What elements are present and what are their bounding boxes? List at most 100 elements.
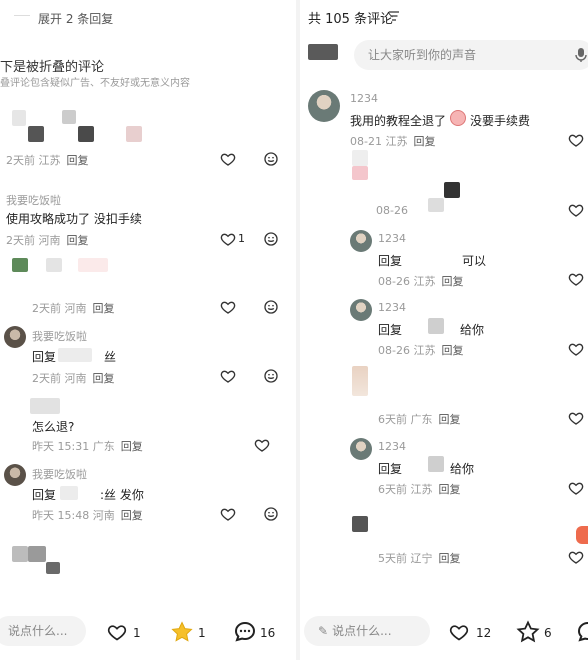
- comment-username[interactable]: 1234: [378, 232, 406, 245]
- comment-input[interactable]: ✎ 说点什么...: [304, 616, 430, 646]
- emoji-sticker: [450, 110, 466, 126]
- heart-icon[interactable]: [568, 271, 584, 287]
- reply-button[interactable]: 回复: [441, 275, 463, 288]
- comment-meta: 6天前 江苏 回复: [378, 483, 461, 496]
- comment-username[interactable]: 1234: [378, 301, 406, 314]
- reply-button[interactable]: 回复: [121, 440, 143, 453]
- blurred-block: [126, 126, 142, 142]
- blurred-block: [444, 182, 460, 198]
- emoji-icon[interactable]: [263, 151, 279, 167]
- heart-icon[interactable]: [220, 151, 236, 167]
- heart-icon[interactable]: [568, 410, 584, 426]
- comment-bubble-icon[interactable]: [233, 620, 257, 644]
- star-icon[interactable]: [516, 620, 540, 644]
- heart-icon[interactable]: [220, 231, 236, 247]
- emoji-icon[interactable]: [263, 506, 279, 522]
- like-count: 1: [133, 626, 141, 640]
- folded-section-title: 下是被折叠的评论: [0, 60, 105, 75]
- comment-username[interactable]: 1234: [378, 440, 406, 453]
- like-count: 1: [238, 232, 245, 245]
- microphone-icon[interactable]: [574, 47, 588, 63]
- user-avatar[interactable]: [4, 464, 26, 486]
- comment-text: 怎么退?: [32, 420, 75, 434]
- comment-username[interactable]: 我要吃饭啦: [6, 192, 61, 208]
- comment-text: 没要手续费: [470, 114, 531, 128]
- comment-meta: 2天前 河南 回复: [32, 302, 115, 315]
- comment-username[interactable]: 1234: [350, 92, 378, 105]
- comment-text: 给你: [450, 462, 475, 476]
- comment-count: 16: [260, 626, 276, 640]
- comment-input[interactable]: 说点什么...: [0, 616, 86, 646]
- blurred-username: [428, 456, 444, 472]
- floating-action-tab[interactable]: [576, 526, 588, 544]
- reply-prefix: 回复: [378, 323, 403, 337]
- reply-button[interactable]: 回复: [439, 483, 461, 496]
- reply-button[interactable]: 回复: [93, 372, 115, 385]
- comment-meta: 08-26 江苏 回复: [378, 275, 464, 288]
- reply-button[interactable]: 回复: [93, 302, 115, 315]
- reply-prefix: 回复: [32, 350, 57, 364]
- heart-icon[interactable]: [220, 299, 236, 315]
- expand-replies-link[interactable]: 展开 2 条回复: [38, 10, 113, 27]
- folded-section-desc: 叠评论包含疑似广告、不友好或无意义内容: [0, 78, 190, 89]
- emoji-icon[interactable]: [263, 299, 279, 315]
- blurred-block: [78, 258, 108, 272]
- comment-username[interactable]: 我要吃饭啦: [32, 328, 87, 344]
- star-count: 6: [544, 626, 552, 640]
- reply-button[interactable]: 回复: [439, 552, 461, 565]
- heart-icon[interactable]: [568, 132, 584, 148]
- comment-meta: 5天前 辽宁 回复: [378, 552, 461, 565]
- like-heart-icon[interactable]: [106, 622, 128, 642]
- blurred-block: [78, 126, 94, 142]
- heart-icon[interactable]: [568, 549, 584, 565]
- comment-meta: 08-21 江苏 回复: [350, 135, 436, 148]
- comment-username[interactable]: 我要吃饭啦: [32, 466, 87, 482]
- like-count: 12: [476, 626, 492, 640]
- bottom-action-bar: ✎ 说点什么... 12 6: [300, 602, 588, 660]
- comments-header-title: 共 105 条评论: [308, 12, 394, 27]
- blurred-block: [428, 198, 444, 212]
- blurred-block: [352, 150, 368, 166]
- comment-meta: 昨天 15:31 广东 回复: [32, 440, 143, 453]
- reply-button[interactable]: 回复: [413, 135, 435, 148]
- sort-icon[interactable]: [388, 11, 400, 21]
- user-avatar[interactable]: [350, 230, 372, 252]
- blurred-username: [60, 486, 78, 500]
- heart-icon[interactable]: [220, 368, 236, 384]
- reply-button[interactable]: 回复: [441, 344, 463, 357]
- comment-meta: 08-26 江苏 回复: [378, 344, 464, 357]
- heart-icon[interactable]: [568, 202, 584, 218]
- reply-button[interactable]: 回复: [67, 154, 89, 167]
- heart-icon[interactable]: [220, 506, 236, 522]
- search-placeholder: 让大家听到你的声音: [368, 48, 477, 62]
- star-icon[interactable]: [170, 620, 194, 644]
- blurred-avatar: [352, 166, 368, 180]
- heart-icon[interactable]: [254, 437, 270, 453]
- like-heart-icon[interactable]: [448, 622, 470, 642]
- comment-text: 使用攻略成功了 没扣手续: [6, 212, 142, 226]
- comment-meta: 08-26: [376, 204, 408, 217]
- emoji-icon[interactable]: [263, 231, 279, 247]
- reply-button[interactable]: 回复: [121, 509, 143, 522]
- user-avatar[interactable]: [4, 326, 26, 348]
- blurred-username: [58, 348, 92, 362]
- emoji-icon[interactable]: [263, 368, 279, 384]
- reply-button[interactable]: 回复: [67, 234, 89, 247]
- user-avatar[interactable]: [308, 90, 340, 122]
- comment-meta: 2天前 河南 回复: [32, 372, 115, 385]
- blurred-avatar: [308, 44, 338, 60]
- comment-search-input[interactable]: 让大家听到你的声音: [354, 40, 588, 70]
- reply-button[interactable]: 回复: [439, 413, 461, 426]
- blurred-block: [46, 562, 60, 574]
- reply-prefix: 回复: [378, 462, 403, 476]
- comment-input-placeholder: 说点什么...: [332, 624, 392, 638]
- blurred-avatar: [12, 546, 28, 562]
- user-avatar[interactable]: [350, 299, 372, 321]
- comment-bubble-icon[interactable]: [576, 620, 588, 644]
- comment-text: :丝 发你: [100, 488, 144, 502]
- expand-line: [14, 15, 30, 16]
- comment-text: 给你: [460, 323, 485, 337]
- heart-icon[interactable]: [568, 480, 584, 496]
- user-avatar[interactable]: [350, 438, 372, 460]
- heart-icon[interactable]: [568, 341, 584, 357]
